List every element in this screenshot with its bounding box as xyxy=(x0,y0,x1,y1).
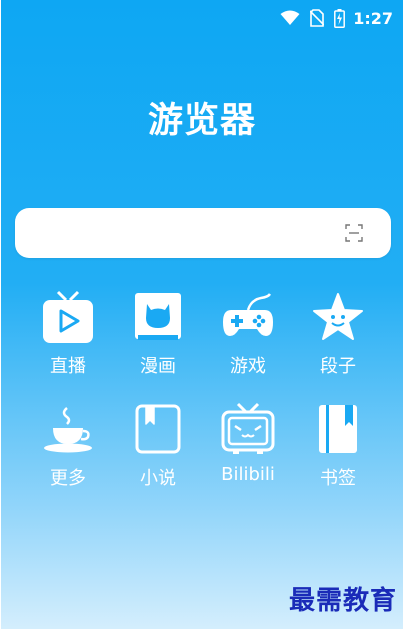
tile-label: 漫画 xyxy=(140,356,176,377)
tile-label: 书签 xyxy=(320,468,356,489)
tile-comic[interactable]: 漫画 xyxy=(116,290,200,382)
tile-bookmarks[interactable]: 书签 xyxy=(296,402,380,494)
app-screen: 1:27 游览器 直播 漫画 游戏 段子 更多 小说 Bilibili 书签 最… xyxy=(1,0,403,629)
tile-novel[interactable]: 小说 xyxy=(116,402,200,494)
tile-label: 小说 xyxy=(140,468,176,489)
status-bar: 1:27 xyxy=(243,0,403,36)
wifi-icon xyxy=(280,10,300,26)
comic-book-icon xyxy=(131,290,185,344)
search-input[interactable] xyxy=(15,208,391,258)
scan-icon[interactable] xyxy=(345,224,363,246)
bookmark-icon xyxy=(311,402,365,456)
tile-label: Bilibili xyxy=(221,464,275,485)
coffee-cup-icon xyxy=(41,402,95,456)
tile-label: 游戏 xyxy=(230,356,266,377)
novel-book-icon xyxy=(131,402,185,456)
tile-live[interactable]: 直播 xyxy=(26,290,110,382)
battery-charging-icon xyxy=(334,8,346,28)
watermark-text: 最需教育 xyxy=(288,586,397,616)
tile-jokes[interactable]: 段子 xyxy=(296,290,380,382)
gamepad-icon xyxy=(221,290,275,344)
tile-label: 更多 xyxy=(50,468,86,489)
tile-label: 段子 xyxy=(320,356,356,377)
tile-label: 直播 xyxy=(50,356,86,377)
tile-bilibili[interactable]: Bilibili xyxy=(206,402,290,494)
bilibili-tv-icon xyxy=(221,402,275,456)
no-sim-icon xyxy=(310,9,325,27)
tile-games[interactable]: 游戏 xyxy=(206,290,290,382)
star-face-icon xyxy=(311,290,365,344)
live-tv-icon xyxy=(41,290,95,344)
tile-more[interactable]: 更多 xyxy=(26,402,110,494)
status-time: 1:27 xyxy=(353,8,393,28)
app-title: 游览器 xyxy=(147,101,256,141)
